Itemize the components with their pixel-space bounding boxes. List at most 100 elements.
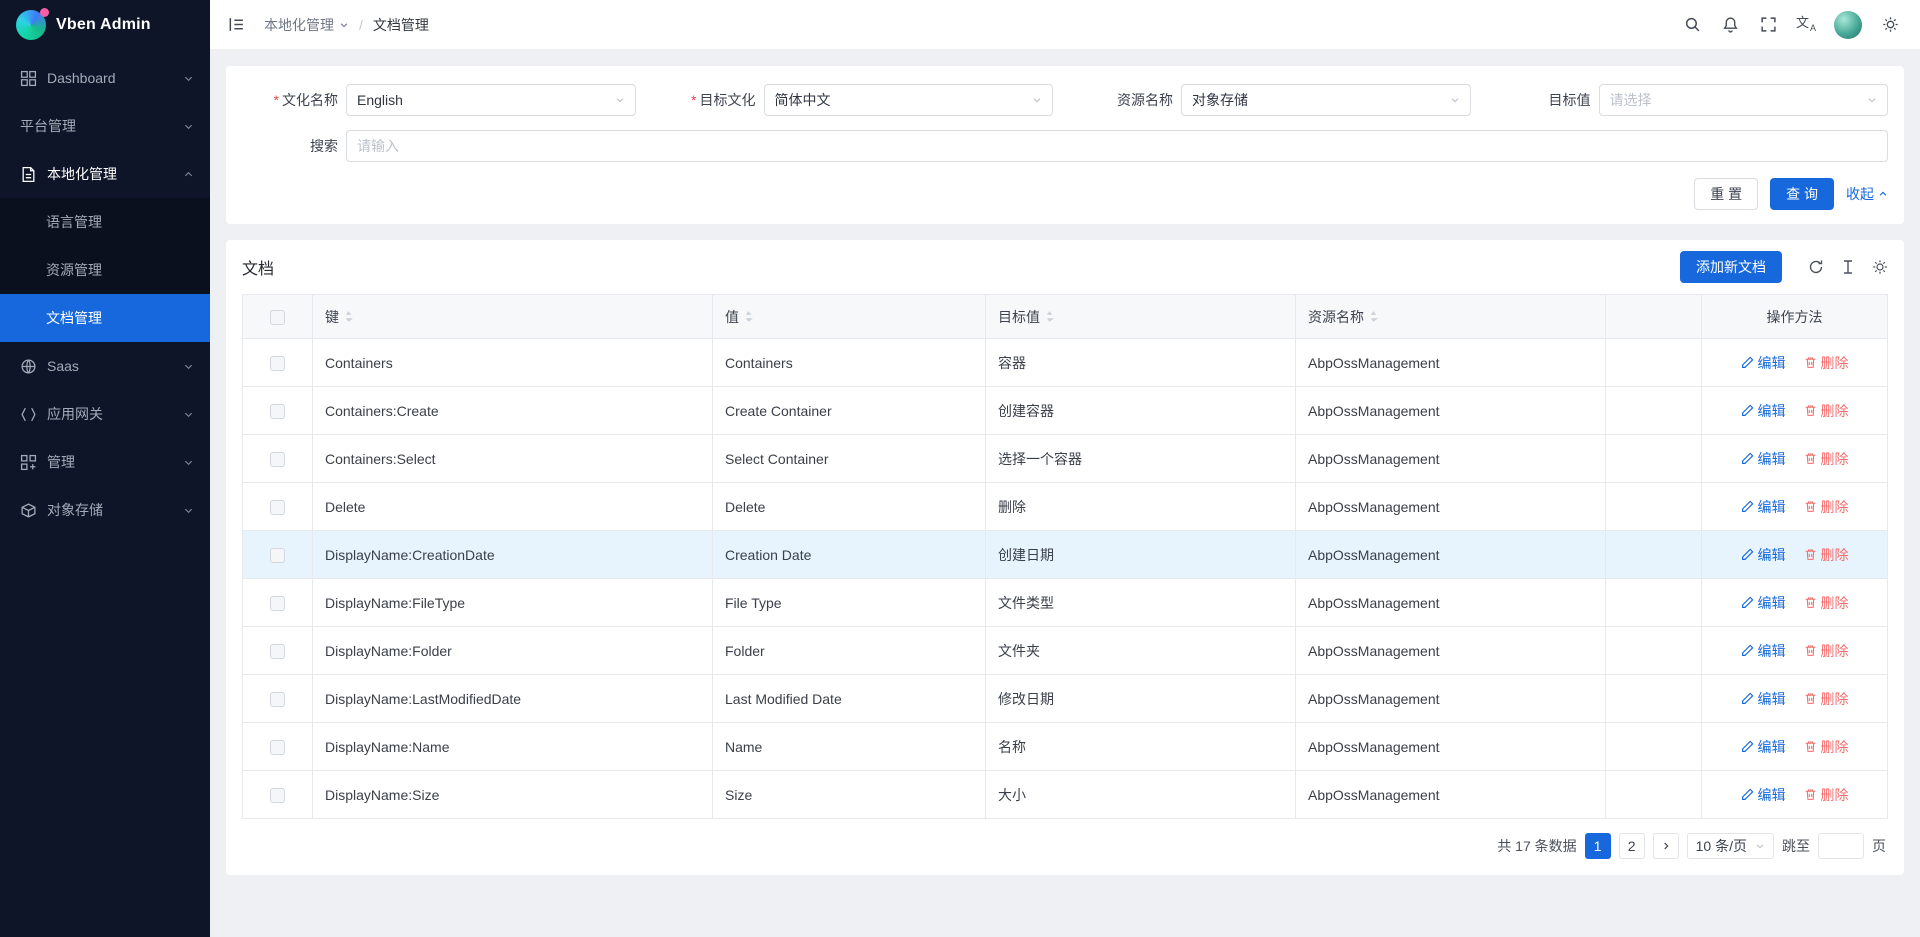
avatar[interactable] bbox=[1834, 11, 1862, 39]
culture-name-select[interactable]: English bbox=[346, 84, 636, 116]
row-height-icon[interactable] bbox=[1840, 259, 1856, 275]
select-value: English bbox=[357, 92, 615, 108]
delete-label: 删除 bbox=[1821, 641, 1849, 661]
row-checkbox[interactable] bbox=[270, 788, 285, 803]
delete-button[interactable]: 删除 bbox=[1804, 401, 1849, 421]
column-header-key[interactable]: 键 bbox=[313, 295, 713, 339]
edit-button[interactable]: 编辑 bbox=[1741, 785, 1786, 805]
cell-actions: 编辑 删除 bbox=[1702, 387, 1888, 435]
sidebar-item-label: 管理 bbox=[47, 452, 183, 472]
sidebar-item-saas[interactable]: Saas bbox=[0, 342, 210, 390]
cell-key: DisplayName:Size bbox=[313, 771, 713, 819]
breadcrumb-item-parent[interactable]: 本地化管理 bbox=[264, 15, 349, 35]
refresh-icon[interactable] bbox=[1808, 259, 1824, 275]
row-checkbox[interactable] bbox=[270, 548, 285, 563]
collapse-button[interactable]: 收起 bbox=[1846, 184, 1888, 204]
edit-button[interactable]: 编辑 bbox=[1741, 737, 1786, 757]
row-checkbox[interactable] bbox=[270, 452, 285, 467]
resource-name-select[interactable]: 对象存储 bbox=[1181, 84, 1471, 116]
delete-button[interactable]: 删除 bbox=[1804, 689, 1849, 709]
sidebar-item-gateway[interactable]: 应用网关 bbox=[0, 390, 210, 438]
chevron-down-icon bbox=[183, 505, 194, 516]
page-button-1[interactable]: 1 bbox=[1585, 833, 1611, 859]
query-button[interactable]: 查 询 bbox=[1770, 178, 1834, 210]
next-page-button[interactable] bbox=[1653, 833, 1679, 859]
row-checkbox[interactable] bbox=[270, 404, 285, 419]
required-asterisk: * bbox=[691, 92, 696, 108]
edit-label: 编辑 bbox=[1758, 497, 1786, 517]
chevron-down-icon bbox=[1450, 95, 1460, 105]
edit-label: 编辑 bbox=[1758, 545, 1786, 565]
column-settings-icon[interactable] bbox=[1872, 259, 1888, 275]
app-root: Vben Admin Dashboard 平台管理 本地化管理 bbox=[0, 0, 1920, 937]
delete-button[interactable]: 删除 bbox=[1804, 449, 1849, 469]
edit-button[interactable]: 编辑 bbox=[1741, 641, 1786, 661]
select-all-checkbox[interactable] bbox=[270, 310, 285, 325]
page-size-select[interactable]: 10 条/页 bbox=[1687, 833, 1774, 859]
delete-button[interactable]: 删除 bbox=[1804, 737, 1849, 757]
sidebar-item-object-storage[interactable]: 对象存储 bbox=[0, 486, 210, 534]
delete-button[interactable]: 删除 bbox=[1804, 641, 1849, 661]
delete-button[interactable]: 删除 bbox=[1804, 593, 1849, 613]
edit-button[interactable]: 编辑 bbox=[1741, 497, 1786, 517]
delete-button[interactable]: 删除 bbox=[1804, 497, 1849, 517]
delete-button[interactable]: 删除 bbox=[1804, 353, 1849, 373]
app-logo[interactable]: Vben Admin bbox=[0, 0, 210, 50]
sidebar-collapse-button[interactable] bbox=[218, 7, 254, 43]
fullscreen-icon[interactable] bbox=[1750, 7, 1786, 43]
column-header-value[interactable]: 值 bbox=[713, 295, 986, 339]
chevron-right-icon bbox=[1661, 841, 1671, 851]
settings-icon[interactable] bbox=[1872, 7, 1908, 43]
edit-label: 编辑 bbox=[1758, 401, 1786, 421]
edit-button[interactable]: 编辑 bbox=[1741, 593, 1786, 613]
sidebar-item-platform[interactable]: 平台管理 bbox=[0, 102, 210, 150]
column-header-target-value[interactable]: 目标值 bbox=[986, 295, 1296, 339]
cell-value: Create Container bbox=[713, 387, 986, 435]
search-input[interactable] bbox=[346, 130, 1888, 162]
target-culture-select[interactable]: 简体中文 bbox=[764, 84, 1054, 116]
search-icon[interactable] bbox=[1674, 7, 1710, 43]
row-checkbox[interactable] bbox=[270, 356, 285, 371]
field-search: 搜索 bbox=[242, 130, 1888, 162]
translate-icon[interactable]: 文A bbox=[1788, 7, 1824, 43]
edit-button[interactable]: 编辑 bbox=[1741, 449, 1786, 469]
reset-button[interactable]: 重 置 bbox=[1694, 178, 1758, 210]
row-checkbox[interactable] bbox=[270, 692, 285, 707]
row-checkbox[interactable] bbox=[270, 500, 285, 515]
trash-icon bbox=[1804, 452, 1817, 465]
sidebar-item-label: 本地化管理 bbox=[47, 164, 183, 184]
sidebar-item-language-management[interactable]: 语言管理 bbox=[0, 198, 210, 246]
chevron-down-icon bbox=[615, 95, 625, 105]
column-header-resource-name[interactable]: 资源名称 bbox=[1296, 295, 1606, 339]
edit-button[interactable]: 编辑 bbox=[1741, 353, 1786, 373]
cell-actions: 编辑 删除 bbox=[1702, 531, 1888, 579]
cell-target-value: 文件类型 bbox=[986, 579, 1296, 627]
sidebar-item-resource-management[interactable]: 资源管理 bbox=[0, 246, 210, 294]
edit-button[interactable]: 编辑 bbox=[1741, 689, 1786, 709]
sidebar-item-dashboard[interactable]: Dashboard bbox=[0, 54, 210, 102]
target-value-select[interactable]: 请选择 bbox=[1599, 84, 1889, 116]
delete-button[interactable]: 删除 bbox=[1804, 545, 1849, 565]
page-button-2[interactable]: 2 bbox=[1619, 833, 1645, 859]
edit-button[interactable]: 编辑 bbox=[1741, 401, 1786, 421]
cell-actions: 编辑 删除 bbox=[1702, 483, 1888, 531]
add-document-button[interactable]: 添加新文档 bbox=[1680, 251, 1782, 283]
chevron-down-icon bbox=[183, 121, 194, 132]
sidebar-item-localization[interactable]: 本地化管理 bbox=[0, 150, 210, 198]
column-header-actions: 操作方法 bbox=[1702, 295, 1888, 339]
sidebar-item-management[interactable]: 管理 bbox=[0, 438, 210, 486]
table-row: DisplayName:FileType File Type 文件类型 AbpO… bbox=[243, 579, 1888, 627]
cell-target-value: 名称 bbox=[986, 723, 1296, 771]
field-label: *文化名称 bbox=[242, 90, 338, 110]
row-checkbox[interactable] bbox=[270, 740, 285, 755]
row-checkbox[interactable] bbox=[270, 644, 285, 659]
bell-icon[interactable] bbox=[1712, 7, 1748, 43]
trash-icon bbox=[1804, 692, 1817, 705]
edit-button[interactable]: 编辑 bbox=[1741, 545, 1786, 565]
delete-button[interactable]: 删除 bbox=[1804, 785, 1849, 805]
chevron-down-icon bbox=[339, 20, 349, 30]
field-target-value: 目标值 请选择 bbox=[1495, 84, 1889, 116]
jump-page-input[interactable] bbox=[1818, 833, 1864, 859]
sidebar-item-document-management[interactable]: 文档管理 bbox=[0, 294, 210, 342]
row-checkbox[interactable] bbox=[270, 596, 285, 611]
